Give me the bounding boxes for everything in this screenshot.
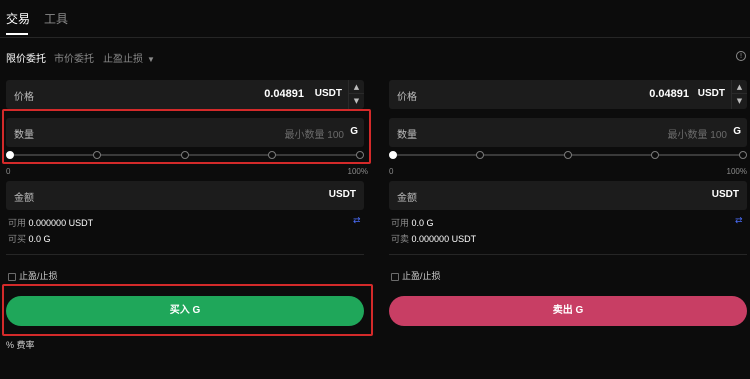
price-label: 价格 xyxy=(397,92,417,103)
highlight-box xyxy=(2,284,373,336)
max-sell: 可卖 0.000000 USDT xyxy=(391,232,476,245)
max-buy-label: 可买 xyxy=(8,234,27,244)
amount-label: 金额 xyxy=(397,193,417,204)
divider xyxy=(6,254,364,255)
price-field[interactable]: 价格 0.04891 USDT ▲ ▼ xyxy=(6,80,364,109)
swap-icon[interactable]: ⇄ xyxy=(353,216,361,226)
available-value: 0.0 G xyxy=(411,218,434,228)
top-tabs: 交易 工具 xyxy=(0,0,750,38)
highlight-box xyxy=(2,109,371,164)
quantity-unit: G xyxy=(733,126,741,137)
tpsl-toggle[interactable]: 止盈/止损 xyxy=(8,269,58,282)
stepper-up-icon[interactable]: ▲ xyxy=(732,80,747,94)
quantity-placeholder: 最小数量 100 xyxy=(667,130,727,141)
chevron-down-icon: ▼ xyxy=(147,55,155,64)
tab-stop-order[interactable]: 止盈止损 ▼ xyxy=(103,50,155,65)
price-stepper[interactable]: ▲ ▼ xyxy=(731,80,747,109)
tab-tools[interactable]: 工具 xyxy=(44,10,68,27)
slider-max-label: 100% xyxy=(347,167,368,176)
tpsl-label: 止盈/止损 xyxy=(19,271,58,281)
slider-handle[interactable] xyxy=(389,151,397,159)
order-type-tabs: 限价委托 市价委托 止盈止损 ▼ ! xyxy=(0,40,750,70)
slider-tick[interactable] xyxy=(476,151,484,159)
available-label: 可用 xyxy=(8,218,27,228)
amount-field[interactable]: 金额 USDT xyxy=(6,181,364,210)
tpsl-checkbox[interactable] xyxy=(8,272,16,281)
amount-unit: USDT xyxy=(711,189,739,200)
fee-label: 费率 xyxy=(16,340,35,350)
tab-trade[interactable]: 交易 xyxy=(6,10,30,27)
sell-button[interactable]: 卖出 G xyxy=(389,296,747,326)
stepper-up-icon[interactable]: ▲ xyxy=(349,80,364,94)
tab-active-indicator xyxy=(6,33,28,35)
amount-unit: USDT xyxy=(328,189,356,200)
price-value: 0.04891 xyxy=(264,88,304,100)
max-buy-value: 0.0 G xyxy=(28,234,51,244)
swap-icon[interactable]: ⇄ xyxy=(735,216,743,226)
stepper-down-icon[interactable]: ▼ xyxy=(732,94,747,108)
slider-min-label: 0 xyxy=(6,167,11,176)
slider-min-label: 0 xyxy=(389,167,394,176)
tab-limit-order[interactable]: 限价委托 xyxy=(6,50,46,65)
slider-tick[interactable] xyxy=(651,151,659,159)
available-balance: 可用 0.000000 USDT xyxy=(8,216,93,229)
max-sell-label: 可卖 xyxy=(391,234,410,244)
amount-field[interactable]: 金额 USDT xyxy=(389,181,747,210)
slider-tick[interactable] xyxy=(564,151,572,159)
max-buy: 可买 0.0 G xyxy=(8,232,51,245)
stop-order-label: 止盈止损 xyxy=(103,54,143,65)
tpsl-label: 止盈/止损 xyxy=(402,271,441,281)
price-field[interactable]: 价格 0.04891 USDT ▲ ▼ xyxy=(389,80,747,109)
tpsl-checkbox[interactable] xyxy=(391,272,399,281)
stepper-down-icon[interactable]: ▼ xyxy=(349,94,364,108)
divider xyxy=(389,254,747,255)
quantity-slider[interactable] xyxy=(389,150,747,160)
price-unit: USDT xyxy=(314,88,342,99)
percent-icon: % xyxy=(6,340,15,350)
price-stepper[interactable]: ▲ ▼ xyxy=(348,80,364,109)
quantity-label: 数量 xyxy=(397,130,417,141)
price-value: 0.04891 xyxy=(649,88,689,100)
slider-tick[interactable] xyxy=(739,151,747,159)
tab-market-order[interactable]: 市价委托 xyxy=(54,50,94,65)
fee-rate[interactable]: % 费率 xyxy=(6,338,35,351)
quantity-field[interactable]: 数量 最小数量 100 G xyxy=(389,118,747,147)
available-label: 可用 xyxy=(391,218,410,228)
info-icon[interactable]: ! xyxy=(736,51,746,61)
max-sell-value: 0.000000 USDT xyxy=(411,234,477,244)
price-unit: USDT xyxy=(697,88,725,99)
available-balance: 可用 0.0 G xyxy=(391,216,434,229)
tpsl-toggle[interactable]: 止盈/止损 xyxy=(391,269,441,282)
price-label: 价格 xyxy=(14,92,34,103)
available-value: 0.000000 USDT xyxy=(28,218,94,228)
slider-max-label: 100% xyxy=(726,167,747,176)
amount-label: 金额 xyxy=(14,193,34,204)
